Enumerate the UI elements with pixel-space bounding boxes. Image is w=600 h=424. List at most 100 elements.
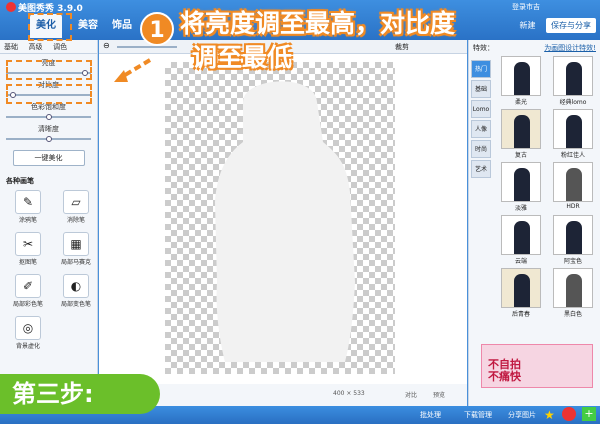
design-effect-link[interactable]: 为画图设计特效! xyxy=(544,43,596,53)
step-number-badge: 1 xyxy=(140,12,174,46)
app-logo-icon xyxy=(6,2,16,12)
effect-thumb xyxy=(553,215,593,255)
effect-thumb xyxy=(553,162,593,202)
brush-label: 局部彩色笔 xyxy=(12,301,43,308)
effect-thumb xyxy=(501,56,541,96)
zoom-slider[interactable] xyxy=(117,46,177,48)
compare-button[interactable]: 对比 xyxy=(405,390,417,399)
saturation-slider[interactable] xyxy=(6,114,91,120)
effect-classic-lomo[interactable]: 经典lomo xyxy=(549,56,597,106)
recolor-icon: ◐ xyxy=(63,274,89,298)
sharpness-slider[interactable] xyxy=(6,136,91,142)
brush-label: 消除笔 xyxy=(66,217,85,224)
plus-icon[interactable]: + xyxy=(582,407,596,421)
effect-cloud[interactable]: 云端 xyxy=(497,215,545,265)
effect-black-white[interactable]: 黑白色 xyxy=(549,268,597,318)
saturation-slider-group: 色彩饱和度 xyxy=(6,102,91,120)
vtab-basic[interactable]: 基础 xyxy=(471,80,491,98)
brush-cutout[interactable]: ✂ 抠图笔 xyxy=(8,232,48,268)
effect-label: 柔光 xyxy=(514,99,527,106)
brush-mosaic[interactable]: ▦ 局部马赛克 xyxy=(56,232,96,268)
subtab-basic[interactable]: 基础 xyxy=(0,40,22,54)
new-button[interactable]: 新建 xyxy=(519,21,535,30)
effects-grid: 柔光 经典lomo 复古 粉红佳人 淡雅 HDR 云端 阿宝色 后青春 黑白色 xyxy=(497,56,597,318)
share-image-button[interactable]: 分享图片 xyxy=(508,410,536,420)
brush-label: 抠图笔 xyxy=(18,259,37,266)
right-panel: 特效： 为画图设计特效! 热门 基础 Lomo 人像 时尚 艺术 柔光 经典lo… xyxy=(468,40,600,406)
arrow-icon xyxy=(114,58,152,82)
effect-label: 后青春 xyxy=(511,311,530,318)
effect-thumb xyxy=(553,268,593,308)
effect-label: 粉红佳人 xyxy=(560,152,585,159)
zoom-out-icon[interactable]: ⊖ xyxy=(103,41,110,50)
adjust-subtabs: 基础 高级 调色 xyxy=(0,40,97,54)
effect-soft-light[interactable]: 柔光 xyxy=(497,56,545,106)
highlight-contrast xyxy=(6,84,92,104)
ad-banner[interactable]: 不自拍 不痛快 xyxy=(481,344,593,388)
tab-beauty[interactable]: 美容 xyxy=(72,14,104,38)
vtab-portrait[interactable]: 人像 xyxy=(471,120,491,138)
instruction-line-1: 将亮度调至最高，对比度 xyxy=(180,9,456,38)
brush-recolor[interactable]: ◐ 局部变色笔 xyxy=(56,274,96,310)
tab-accessories[interactable]: 饰品 xyxy=(106,14,138,38)
image-dimensions: 400 × 533 xyxy=(333,390,365,397)
effect-label: 复古 xyxy=(514,152,527,159)
effect-label: 阿宝色 xyxy=(563,258,582,265)
effect-thumb xyxy=(501,215,541,255)
vtab-hot[interactable]: 热门 xyxy=(471,60,491,78)
effect-hdr[interactable]: HDR xyxy=(549,162,597,212)
sharpness-knob[interactable] xyxy=(46,136,52,142)
brushes-title: 各种画笔 xyxy=(6,177,34,185)
crop-button[interactable]: 裁剪 xyxy=(395,42,409,52)
top-actions: 新建 保存与分享 xyxy=(511,18,596,33)
brush-label: 局部马赛克 xyxy=(60,259,91,266)
effect-label: 经典lomo xyxy=(559,99,587,106)
brush-blur[interactable]: ◎ 背景虚化 xyxy=(8,316,48,352)
effect-thumb xyxy=(501,268,541,308)
highlight-brightness xyxy=(6,60,92,80)
sharpness-label: 清晰度 xyxy=(38,125,59,133)
canvas-area xyxy=(99,54,467,384)
effect-label: 淡雅 xyxy=(514,205,527,212)
save-share-button[interactable]: 保存与分享 xyxy=(546,18,596,33)
instruction-line-2: 调至最低 xyxy=(192,43,293,72)
effect-elegant[interactable]: 淡雅 xyxy=(497,162,545,212)
brush-label: 局部变色笔 xyxy=(60,301,91,308)
effect-label: HDR xyxy=(566,203,580,210)
effect-abao[interactable]: 阿宝色 xyxy=(549,215,597,265)
effect-label: 云端 xyxy=(514,258,527,265)
effect-post-youth[interactable]: 后青春 xyxy=(497,268,545,318)
effect-retro[interactable]: 复古 xyxy=(497,109,545,159)
effect-pink-lady[interactable]: 粉红佳人 xyxy=(549,109,597,159)
vtab-fashion[interactable]: 时尚 xyxy=(471,140,491,158)
subtab-advanced[interactable]: 高级 xyxy=(25,40,47,54)
batch-button[interactable]: 批处理 xyxy=(420,410,441,420)
mosaic-icon: ▦ xyxy=(63,232,89,256)
step-label: 第三步: xyxy=(0,374,160,414)
color-brush-icon: ✐ xyxy=(15,274,41,298)
pencil-icon: ✎ xyxy=(15,190,41,214)
one-key-beautify-button[interactable]: 一键美化 xyxy=(12,150,85,166)
silhouette-cutout xyxy=(215,81,355,362)
image-canvas[interactable] xyxy=(165,62,395,374)
vtab-art[interactable]: 艺术 xyxy=(471,160,491,178)
brush-grid: ✎ 涂鸦笔 ▱ 消除笔 ✂ 抠图笔 ▦ 局部马赛克 ✐ 局部彩色笔 ◐ 局部变色笔 ◎ 背景虚… xyxy=(8,190,97,352)
blur-icon: ◎ xyxy=(15,316,41,340)
brush-label: 涂鸦笔 xyxy=(18,217,37,224)
star-icon[interactable]: ★ xyxy=(544,408,555,422)
effects-header: 特效： 为画图设计特效! xyxy=(469,40,600,54)
subtab-color[interactable]: 调色 xyxy=(49,40,71,54)
effects-title: 特效： xyxy=(473,44,494,52)
download-manager-button[interactable]: 下载管理 xyxy=(464,410,492,420)
effect-thumb xyxy=(553,56,593,96)
preview-button[interactable]: 预览 xyxy=(433,390,445,399)
user-login[interactable]: 登录市吉 xyxy=(512,2,540,12)
brush-doodle[interactable]: ✎ 涂鸦笔 xyxy=(8,190,48,226)
brush-color[interactable]: ✐ 局部彩色笔 xyxy=(8,274,48,310)
vtab-lomo[interactable]: Lomo xyxy=(471,100,491,118)
sharpness-slider-group: 清晰度 xyxy=(6,124,91,142)
saturation-knob[interactable] xyxy=(46,114,52,120)
ad-text: 不自拍 不痛快 xyxy=(488,359,521,383)
weibo-icon[interactable] xyxy=(562,407,576,421)
brush-eraser[interactable]: ▱ 消除笔 xyxy=(56,190,96,226)
